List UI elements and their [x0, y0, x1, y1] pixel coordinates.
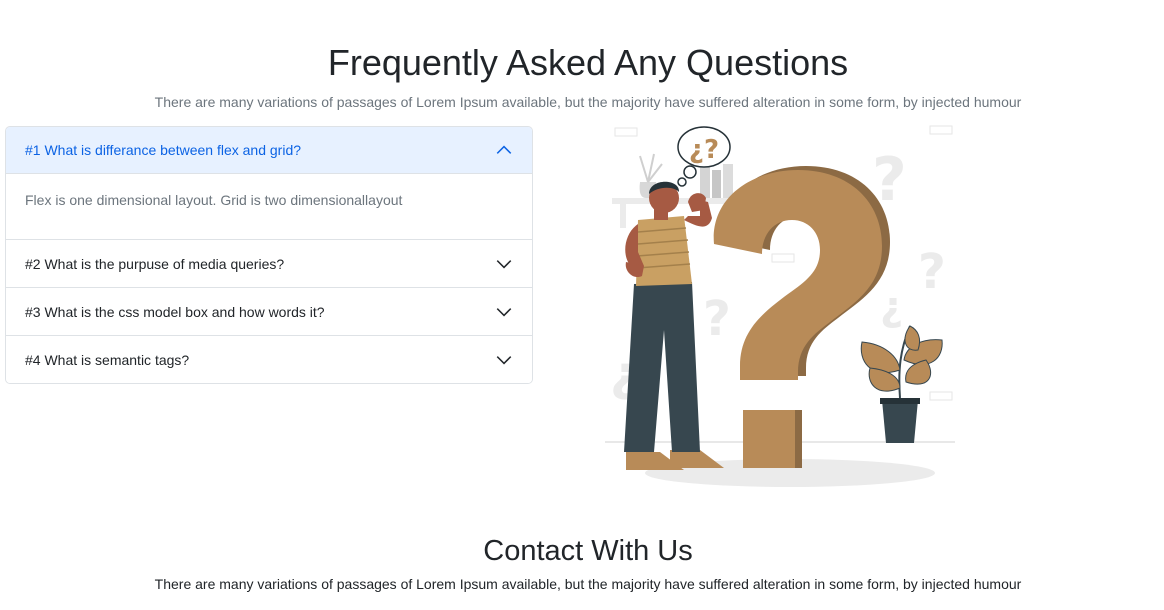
faq-question-3-button[interactable]: #3 What is the css model box and how wor…: [6, 288, 532, 335]
chevron-down-icon: [496, 259, 512, 268]
contact-subtitle: There are many variations of passages of…: [154, 576, 1022, 592]
person-hand-chin: [688, 193, 706, 212]
faq-question-label: #3 What is the css model box and how wor…: [25, 303, 325, 320]
thought-bubble-dot: [683, 165, 697, 179]
faq-item-2: #2 What is the purpuse of media queries?: [6, 239, 532, 287]
book: [712, 170, 721, 198]
faq-subtitle: There are many variations of passages of…: [154, 94, 1022, 110]
faq-item-4: #4 What is semantic tags?: [6, 335, 532, 383]
person-shoe: [670, 450, 724, 468]
question-mark-dot: [743, 410, 795, 468]
page: Frequently Asked Any Questions There are…: [0, 0, 1164, 610]
plant-stems: [639, 153, 663, 183]
person-pants: [624, 282, 700, 452]
faq-question-label: #4 What is semantic tags?: [25, 351, 190, 368]
plant-leaf: [904, 325, 921, 351]
wall-brick: [929, 125, 953, 135]
faint-question-mark-icon: ¿: [880, 284, 903, 330]
faq-title: Frequently Asked Any Questions: [327, 42, 849, 83]
faq-question-4-button[interactable]: #4 What is semantic tags?: [6, 336, 532, 383]
faq-question-label: #2 What is the purpuse of media queries?: [25, 255, 285, 272]
chevron-down-icon: [496, 355, 512, 364]
person-shirt: [636, 216, 692, 286]
chevron-up-icon: [496, 145, 512, 154]
plant-leaf: [905, 359, 931, 385]
contact-title: Contact With Us: [483, 535, 693, 567]
faq-answer-1: Flex is one dimensional layout. Grid is …: [25, 192, 403, 208]
shelf-bracket: [620, 204, 626, 228]
plant-leaf: [860, 341, 901, 374]
book: [700, 166, 710, 198]
faq-question-1-button[interactable]: #1 What is differance between flex and g…: [6, 127, 532, 174]
faint-question-mark-icon: ?: [703, 291, 731, 347]
faq-question-label: #1 What is differance between flex and g…: [25, 142, 302, 158]
wall-brick: [771, 253, 795, 263]
plant-pot-icon: [882, 400, 918, 443]
wall-brick: [614, 127, 638, 137]
faq-accordion: #1 What is differance between flex and g…: [5, 126, 533, 384]
question-mark-person-illustration: ? ? ¿ ? ¿ ¿?: [605, 125, 955, 487]
faq-item-3: #3 What is the css model box and how wor…: [6, 287, 532, 335]
thought-bubble-dot: [677, 177, 687, 187]
chevron-down-icon: [496, 307, 512, 316]
thought-bubble-text: ¿?: [689, 135, 719, 165]
plant-pot-rim: [880, 398, 920, 404]
wall-brick: [929, 391, 953, 401]
faq-item-1: #1 What is differance between flex and g…: [6, 127, 532, 239]
book: [723, 164, 733, 198]
faint-question-mark-icon: ?: [918, 244, 946, 300]
faq-question-2-button[interactable]: #2 What is the purpuse of media queries?: [6, 240, 532, 287]
big-question-mark: [713, 170, 882, 380]
